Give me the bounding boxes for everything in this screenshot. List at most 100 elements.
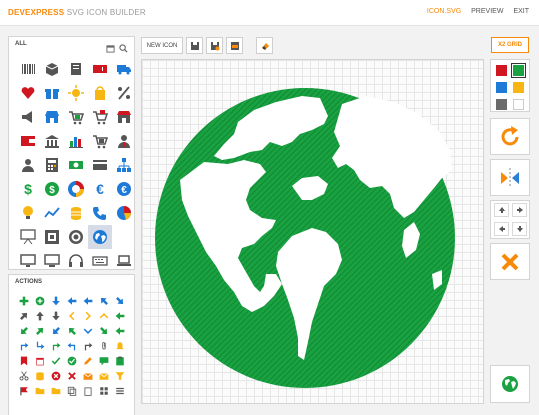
library-item-barcode[interactable] [16, 57, 40, 81]
action-item-turn-down[interactable] [32, 338, 48, 353]
library-item-banknote[interactable] [64, 153, 88, 177]
nav-icon-svg[interactable]: ICON.SVG [427, 8, 461, 15]
library-item-headphones[interactable] [64, 249, 88, 273]
action-item-undo[interactable] [64, 338, 80, 353]
library-item-box[interactable] [40, 57, 64, 81]
action-item-delete[interactable] [64, 368, 80, 383]
action-item-arrow-down[interactable] [48, 293, 64, 308]
color-swatch[interactable] [513, 99, 524, 110]
library-item-user[interactable] [112, 129, 136, 153]
action-item-download[interactable] [80, 368, 96, 383]
action-item-paste[interactable] [80, 383, 96, 398]
library-item-store[interactable] [112, 105, 136, 129]
x2-grid-toggle[interactable]: X2 GRID [491, 37, 529, 53]
library-item-presentation[interactable] [16, 225, 40, 249]
move-up-button[interactable] [494, 203, 509, 217]
library-item-target[interactable] [64, 225, 88, 249]
action-item-mail[interactable] [96, 368, 112, 383]
action-item-chevron-right[interactable] [80, 308, 96, 323]
save-as-button[interactable] [206, 37, 223, 54]
action-item-bell[interactable] [112, 338, 128, 353]
filter-icon[interactable] [106, 40, 115, 53]
action-item-arrow-up-left[interactable] [96, 293, 112, 308]
export-button[interactable] [226, 37, 243, 54]
action-item-arrow-up[interactable] [32, 308, 48, 323]
color-swatch[interactable] [496, 99, 507, 110]
eraser-button[interactable] [256, 37, 273, 54]
action-item-attach[interactable] [96, 338, 112, 353]
library-item-cart-add[interactable] [88, 129, 112, 153]
action-item-arrow-up-left-green[interactable] [64, 323, 80, 338]
action-item-delete-circle[interactable] [48, 368, 64, 383]
library-item-wallet[interactable] [16, 129, 40, 153]
library-item-percent[interactable] [112, 81, 136, 105]
action-item-turn-up[interactable] [16, 338, 32, 353]
action-item-database[interactable] [32, 368, 48, 383]
search-icon[interactable] [119, 40, 128, 53]
library-item-sun[interactable] [64, 81, 88, 105]
library-item-lightbulb[interactable] [16, 201, 40, 225]
action-item-arrow-down-right[interactable] [112, 293, 128, 308]
library-item-dollar[interactable]: $ [16, 177, 40, 201]
action-item-chevron-down[interactable] [80, 323, 96, 338]
move-right-button[interactable] [512, 203, 527, 217]
library-item-coins[interactable] [64, 201, 88, 225]
library-item-credit-card[interactable] [88, 153, 112, 177]
action-item-edit[interactable] [80, 353, 96, 368]
action-item-arrow-left-green[interactable] [112, 308, 128, 323]
move-down-button[interactable] [512, 222, 527, 236]
library-item-ticket[interactable] [88, 57, 112, 81]
action-item-chevron-up[interactable] [96, 308, 112, 323]
action-item-list[interactable] [112, 383, 128, 398]
library-item-printer[interactable] [64, 57, 88, 81]
new-icon-button[interactable]: NEW ICON [141, 37, 183, 54]
library-item-monitor[interactable] [16, 249, 40, 273]
action-item-clipboard[interactable] [112, 353, 128, 368]
action-item-add[interactable] [16, 293, 32, 308]
library-item-truck[interactable] [112, 57, 136, 81]
action-item-filter[interactable] [112, 368, 128, 383]
action-item-arrow-left-alt[interactable] [80, 293, 96, 308]
library-item-phone[interactable] [88, 201, 112, 225]
library-item-cart-out[interactable] [88, 105, 112, 129]
rotate-button[interactable] [490, 118, 530, 155]
delete-button[interactable] [490, 243, 530, 280]
library-item-donut-chart[interactable] [64, 177, 88, 201]
action-item-grid[interactable] [96, 383, 112, 398]
save-button[interactable] [186, 37, 203, 54]
library-item-businessman[interactable] [16, 153, 40, 177]
action-item-copy[interactable] [64, 383, 80, 398]
nav-exit[interactable]: EXIT [513, 8, 529, 15]
library-item-euro[interactable]: € [88, 177, 112, 201]
action-item-arrow-down-right-green[interactable] [96, 323, 112, 338]
library-item-bar-chart[interactable] [64, 129, 88, 153]
action-item-cut[interactable] [16, 368, 32, 383]
library-item-heart[interactable] [16, 81, 40, 105]
action-item-chat[interactable] [96, 353, 112, 368]
action-item-arrow-down-gray[interactable] [48, 308, 64, 323]
action-item-arrow-down-left[interactable] [16, 323, 32, 338]
color-swatch[interactable] [496, 82, 507, 93]
library-item-shopping-bag[interactable] [88, 81, 112, 105]
action-item-flag[interactable] [16, 383, 32, 398]
action-item-chevron-left[interactable] [64, 308, 80, 323]
library-item-laptop[interactable] [112, 249, 136, 273]
action-item-redo[interactable] [80, 338, 96, 353]
library-item-pie-chart[interactable] [112, 201, 136, 225]
action-item-arrow-left-small[interactable] [112, 323, 128, 338]
library-item-dollar-circle[interactable]: $ [40, 177, 64, 201]
action-item-turn-up-green[interactable] [48, 338, 64, 353]
action-item-arrow-down-left-blue[interactable] [48, 323, 64, 338]
nav-preview[interactable]: PREVIEW [471, 8, 503, 15]
action-item-check-circle[interactable] [64, 353, 80, 368]
action-item-folder-open[interactable] [48, 383, 64, 398]
library-item-frame[interactable] [40, 225, 64, 249]
move-left-button[interactable] [494, 222, 509, 236]
library-item-globe[interactable] [88, 225, 112, 249]
flip-horizontal-button[interactable] [490, 159, 530, 196]
action-item-arrow-up-right-green[interactable] [32, 323, 48, 338]
library-item-cart-in[interactable] [64, 105, 88, 129]
library-item-line-chart[interactable] [40, 201, 64, 225]
action-item-bookmark[interactable] [16, 353, 32, 368]
library-item-megaphone[interactable] [16, 105, 40, 129]
